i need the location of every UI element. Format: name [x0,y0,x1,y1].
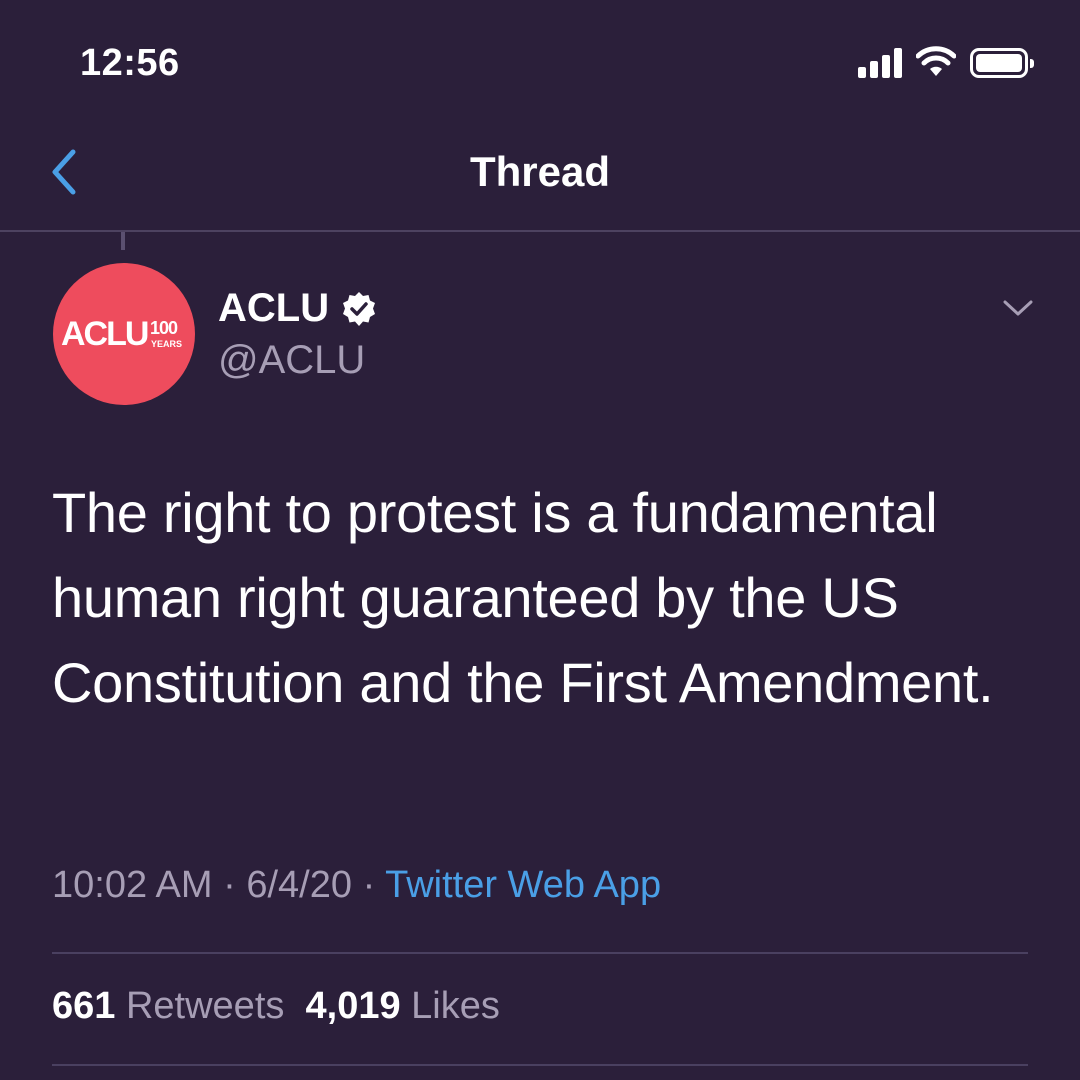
likes-stat[interactable]: 4,019 Likes [306,985,500,1027]
tweet-time: 10:02 AM [52,864,213,906]
thread-connector-line [121,232,125,250]
meta-separator: · [223,864,236,906]
author-name[interactable]: ACLU [218,286,329,331]
retweets-label: Retweets [125,985,285,1027]
tweet-source-link[interactable]: Twitter Web App [385,864,661,906]
divider [52,1064,1028,1066]
status-time: 12:56 [80,42,180,84]
verified-badge-icon [343,291,376,326]
battery-icon [970,48,1034,78]
wifi-icon [916,46,956,76]
tweet-stats: 661 Retweets 4,019 Likes [52,985,500,1028]
meta-separator: · [362,864,376,906]
status-icons [858,46,1036,78]
divider [52,952,1028,954]
retweets-count: 661 [52,985,116,1027]
likes-count: 4,019 [305,985,401,1027]
nav-bar: Thread [0,120,1080,232]
likes-label: Likes [411,985,500,1027]
svg-text:100: 100 [150,318,178,338]
tweet-date: 6/4/20 [246,864,352,906]
svg-text:YEARS: YEARS [151,339,182,349]
author-handle[interactable]: @ACLU [218,338,365,383]
tweet-text: The right to protest is a fundamental hu… [52,481,994,714]
retweets-stat[interactable]: 661 Retweets [52,985,284,1027]
more-options-button[interactable] [998,290,1038,326]
aclu-logo: ACLU 100 YEARS [61,315,182,353]
author-name-row[interactable]: ACLU [218,286,377,331]
svg-text:ACLU: ACLU [61,315,148,353]
avatar[interactable]: ACLU 100 YEARS [53,263,195,405]
status-bar: 12:56 [0,0,1080,120]
signal-icon [858,48,902,78]
chevron-down-icon [1003,300,1033,316]
tweet-meta: 10:02 AM · 6/4/20 · Twitter Web App [52,864,661,907]
page-title: Thread [469,148,611,195]
